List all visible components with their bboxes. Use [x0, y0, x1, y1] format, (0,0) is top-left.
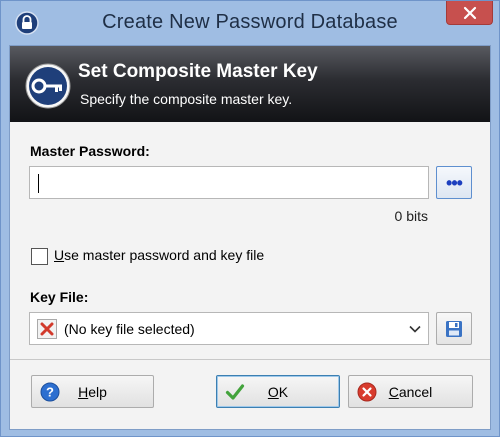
key-file-selected-value: (No key file selected)	[64, 321, 195, 337]
ellipsis-icon: •••	[446, 172, 463, 193]
chevron-down-icon	[409, 325, 421, 333]
footer-separator	[10, 359, 490, 360]
use-key-file-checkbox[interactable]	[31, 248, 48, 265]
help-button-label: Help	[32, 384, 153, 400]
key-file-save-button[interactable]	[436, 312, 472, 345]
cancel-button-label: Cancel	[349, 384, 472, 400]
help-button[interactable]: ? Help	[31, 375, 154, 408]
floppy-disk-icon	[446, 320, 462, 337]
dialog-window: Create New Password Database Set Composi…	[0, 0, 500, 437]
cancel-label-text: ancel	[398, 384, 433, 400]
mnemonic-c: C	[388, 384, 399, 400]
banner-subtitle: Specify the composite master key.	[80, 91, 293, 107]
show-password-button[interactable]: •••	[436, 166, 472, 199]
text-caret	[38, 174, 39, 193]
ok-button-label: OK	[217, 384, 339, 400]
ok-button[interactable]: OK	[216, 375, 340, 408]
title-bar[interactable]: Create New Password Database	[1, 1, 499, 45]
close-button[interactable]	[446, 1, 493, 25]
remove-x-icon	[37, 319, 57, 339]
master-password-label: Master Password:	[30, 143, 150, 159]
ok-label-text: K	[278, 384, 289, 400]
cancel-button[interactable]: Cancel	[348, 375, 473, 408]
dialog-body: Set Composite Master Key Specify the com…	[9, 45, 491, 430]
mnemonic-h: H	[78, 384, 89, 400]
mnemonic-o: O	[267, 384, 279, 400]
mnemonic-u: U	[54, 247, 65, 263]
close-icon	[463, 6, 476, 19]
key-file-label: Key File:	[30, 289, 89, 305]
key-icon	[25, 63, 71, 109]
use-key-file-label-text: se master password and key file	[64, 247, 265, 263]
key-file-dropdown[interactable]: (No key file selected)	[29, 312, 429, 345]
use-key-file-label[interactable]: Use master password and key file	[54, 247, 264, 263]
banner: Set Composite Master Key Specify the com…	[10, 46, 490, 122]
master-password-input[interactable]	[29, 166, 429, 199]
help-label-text: elp	[88, 384, 107, 400]
window-title: Create New Password Database	[102, 11, 398, 33]
banner-title: Set Composite Master Key	[78, 61, 318, 82]
password-strength-bits: 0 bits	[394, 208, 428, 224]
